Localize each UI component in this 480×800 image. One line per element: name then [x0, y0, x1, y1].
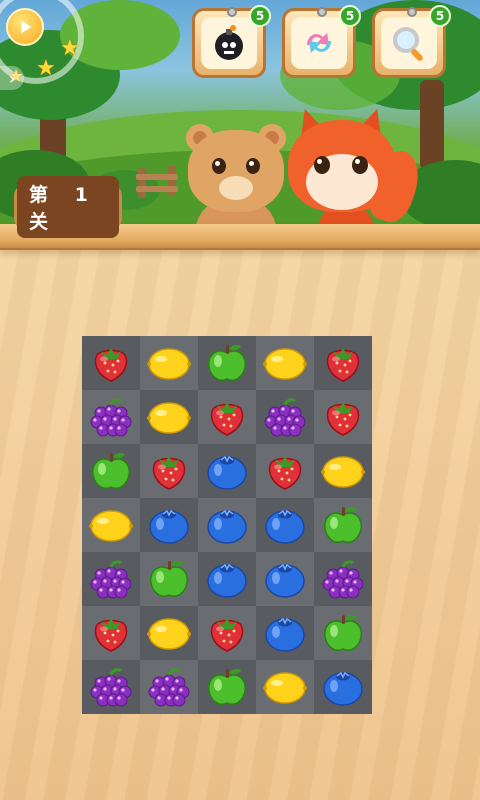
grape-icon — [264, 398, 306, 437]
board-cell[interactable] — [140, 552, 198, 606]
board-cell[interactable] — [314, 336, 372, 390]
lemon-icon — [263, 348, 307, 380]
board-cell[interactable] — [198, 390, 256, 444]
board-cell[interactable] — [314, 444, 372, 498]
blueberry-icon — [149, 509, 189, 544]
board-cell[interactable] — [82, 444, 140, 498]
fence — [136, 166, 178, 200]
swap-icon — [307, 33, 331, 53]
strawberry-icon — [326, 402, 360, 436]
booster-swap-button[interactable]: 5 — [282, 5, 361, 78]
blueberry-icon — [323, 671, 363, 706]
board-cell[interactable] — [140, 660, 198, 714]
booster-magnifier-button[interactable]: 5 — [372, 5, 451, 78]
play-button[interactable] — [6, 8, 44, 46]
board-cell[interactable] — [82, 660, 140, 714]
grape-icon — [322, 560, 364, 599]
board-cell[interactable] — [256, 606, 314, 660]
board-cell[interactable] — [82, 336, 140, 390]
apple-icon — [92, 453, 130, 489]
grape-icon — [148, 668, 190, 707]
board-cell[interactable] — [314, 390, 372, 444]
board-cell[interactable] — [256, 660, 314, 714]
board-cell[interactable] — [82, 390, 140, 444]
board-cell[interactable] — [198, 660, 256, 714]
board-cell[interactable] — [256, 444, 314, 498]
strawberry-icon — [94, 618, 128, 652]
board-cell[interactable] — [140, 606, 198, 660]
booster-bomb-button[interactable]: 5 — [192, 5, 271, 78]
board-cell[interactable] — [198, 444, 256, 498]
booster-count-badge: 5 — [339, 5, 361, 27]
lemon-icon — [147, 348, 191, 380]
apple-icon — [208, 345, 246, 381]
level-label: 第 1 关 — [17, 176, 119, 238]
grape-icon — [90, 668, 132, 707]
booster-count-badge: 5 — [249, 5, 271, 27]
blueberry-icon — [265, 509, 305, 544]
lemon-icon — [321, 456, 365, 488]
lemon-icon — [89, 510, 133, 542]
game-board[interactable] — [82, 336, 372, 714]
blueberry-icon — [265, 617, 305, 652]
board-cell[interactable] — [314, 552, 372, 606]
board-cell[interactable] — [198, 552, 256, 606]
board-cell[interactable] — [82, 606, 140, 660]
strawberry-icon — [94, 348, 128, 382]
blueberry-icon — [207, 563, 247, 598]
magnifier-icon — [393, 27, 423, 61]
blueberry-icon — [265, 563, 305, 598]
fox-character — [288, 120, 396, 212]
board-cell[interactable] — [314, 606, 372, 660]
level-badge: 第 1 关 — [14, 176, 122, 238]
side-menu-button[interactable]: › — [0, 66, 24, 90]
board-cell[interactable] — [256, 498, 314, 552]
booster-count-badge: 5 — [429, 5, 451, 27]
play-icon — [21, 20, 32, 34]
board-cell[interactable] — [198, 336, 256, 390]
apple-icon — [150, 561, 188, 597]
star-icon: ★ — [60, 36, 80, 61]
star-icon: ★ — [36, 56, 56, 81]
board-cell[interactable] — [82, 498, 140, 552]
chevron-right-icon: › — [8, 68, 16, 88]
board-cell[interactable] — [140, 444, 198, 498]
strawberry-icon — [326, 348, 360, 382]
blueberry-icon — [207, 455, 247, 490]
board-cell[interactable] — [140, 390, 198, 444]
board-cell[interactable] — [256, 552, 314, 606]
board-cell[interactable] — [82, 552, 140, 606]
grape-icon — [90, 398, 132, 437]
apple-icon — [324, 507, 362, 543]
board-cell[interactable] — [314, 660, 372, 714]
strawberry-icon — [210, 402, 244, 436]
board-cell[interactable] — [140, 336, 198, 390]
bear-character — [188, 130, 284, 212]
board-cell[interactable] — [198, 606, 256, 660]
strawberry-icon — [268, 456, 302, 490]
board-cell[interactable] — [256, 336, 314, 390]
strawberry-icon — [152, 456, 186, 490]
board-cell[interactable] — [314, 498, 372, 552]
strawberry-icon — [210, 618, 244, 652]
blueberry-icon — [207, 509, 247, 544]
grape-icon — [90, 560, 132, 599]
apple-icon — [324, 615, 362, 651]
lemon-icon — [147, 402, 191, 434]
board-cell[interactable] — [140, 498, 198, 552]
lemon-icon — [147, 618, 191, 650]
board-cell[interactable] — [256, 390, 314, 444]
apple-icon — [208, 669, 246, 705]
bomb-icon — [215, 25, 243, 60]
lemon-icon — [263, 672, 307, 704]
board-cell[interactable] — [198, 498, 256, 552]
